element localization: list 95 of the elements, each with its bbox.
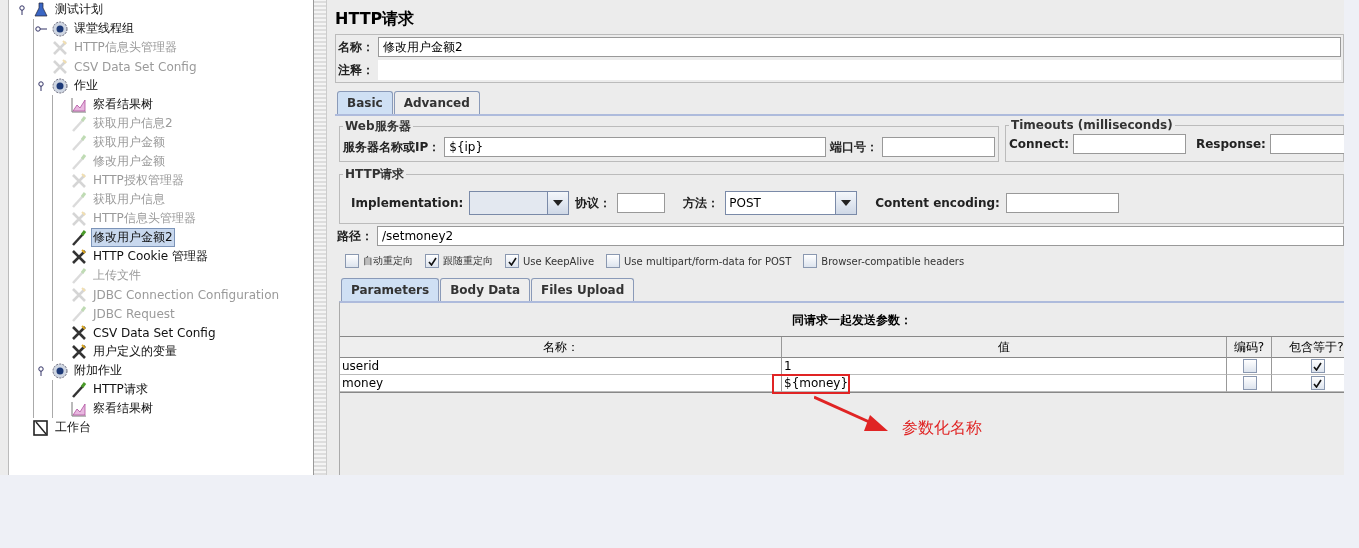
field-label: 路径： bbox=[337, 227, 373, 245]
pen-icon bbox=[70, 304, 88, 323]
expanded-handle-icon[interactable] bbox=[35, 80, 47, 91]
field-label: Connect: bbox=[1009, 137, 1069, 151]
checkbox[interactable] bbox=[1310, 376, 1325, 390]
workbench-icon bbox=[32, 418, 50, 437]
tree-item[interactable]: 测试计划 bbox=[53, 0, 105, 19]
tree-item[interactable]: 察看结果树 bbox=[91, 95, 155, 114]
tools-icon bbox=[70, 342, 88, 361]
tree-item[interactable]: HTTP Cookie 管理器 bbox=[91, 247, 211, 266]
collapsed-handle-icon[interactable] bbox=[35, 23, 47, 34]
checkbox-label: Use KeepAlive bbox=[523, 255, 595, 267]
tree-item[interactable]: 察看结果树 bbox=[91, 399, 155, 418]
checkbox[interactable] bbox=[1310, 359, 1325, 373]
field-label: 方法： bbox=[683, 194, 720, 212]
checkbox-label: 自动重定向 bbox=[363, 254, 413, 268]
tools-icon bbox=[70, 285, 88, 304]
expanded-handle-icon[interactable] bbox=[16, 4, 28, 15]
tab[interactable]: Parameters bbox=[341, 278, 440, 301]
tab[interactable]: Body Data bbox=[440, 278, 531, 301]
tools-icon bbox=[70, 171, 88, 190]
field-label: 服务器名称或IP： bbox=[343, 138, 441, 156]
field-label: 端口号： bbox=[830, 138, 878, 156]
tree-item[interactable]: 附加作业 bbox=[72, 361, 124, 380]
pen-icon bbox=[70, 380, 88, 399]
field-label: 注释： bbox=[338, 61, 374, 79]
chart-icon bbox=[70, 95, 88, 114]
pen-icon bbox=[70, 152, 88, 171]
field-label: 协议： bbox=[575, 194, 612, 212]
table-caption: 同请求一起发送参数： bbox=[790, 312, 913, 329]
tools-icon bbox=[70, 209, 88, 228]
tools-icon bbox=[70, 323, 88, 342]
table-cell: 1 bbox=[784, 359, 792, 373]
caret-icon bbox=[553, 200, 564, 206]
tree-item[interactable]: 课堂线程组 bbox=[72, 19, 136, 38]
pen-icon bbox=[70, 114, 88, 133]
tree-item[interactable]: 作业 bbox=[72, 76, 100, 95]
checkbox-label: 跟随重定向 bbox=[443, 254, 493, 268]
table-cell: money bbox=[340, 375, 782, 392]
tree-item[interactable]: 用户定义的变量 bbox=[91, 342, 179, 361]
tree-item[interactable]: 工作台 bbox=[53, 418, 93, 437]
caret-icon bbox=[841, 200, 852, 206]
table-cell: ${money} bbox=[784, 376, 849, 390]
name-field[interactable]: 修改用户金额2 bbox=[378, 37, 1341, 57]
checkbox-label: Use multipart/form-data for POST bbox=[624, 255, 792, 267]
tab[interactable]: Files Upload bbox=[531, 278, 635, 301]
gear-icon bbox=[51, 76, 69, 95]
column-header: 编码? bbox=[1227, 337, 1272, 358]
server-field[interactable]: ${ip} bbox=[444, 137, 826, 157]
column-header: 包含等于? bbox=[1272, 337, 1344, 358]
field-label: 名称： bbox=[338, 38, 374, 56]
column-header: 名称： bbox=[340, 337, 782, 358]
checkbox[interactable] bbox=[803, 254, 818, 268]
chart-icon bbox=[70, 399, 88, 418]
checkbox[interactable] bbox=[1243, 376, 1257, 390]
checkbox[interactable] bbox=[505, 254, 519, 268]
tab[interactable]: Advanced bbox=[393, 91, 480, 114]
pen-icon bbox=[70, 266, 88, 285]
table-cell: userid bbox=[340, 358, 782, 375]
splitter[interactable] bbox=[314, 0, 327, 475]
group-title: Web服务器 bbox=[344, 118, 412, 135]
tree-item[interactable]: HTTP请求 bbox=[91, 380, 150, 399]
port-field[interactable] bbox=[882, 137, 995, 157]
pen-icon bbox=[70, 133, 88, 152]
checkbox[interactable] bbox=[606, 254, 621, 268]
tree-item[interactable]: 修改用户金额2 bbox=[91, 228, 175, 247]
path-field[interactable]: /setmoney2 bbox=[377, 226, 1344, 246]
checkbox[interactable] bbox=[1243, 359, 1257, 373]
tools-icon bbox=[70, 247, 88, 266]
checkbox-label: Browser-compatible headers bbox=[821, 255, 965, 267]
pen-icon bbox=[70, 228, 88, 247]
tree-item[interactable]: CSV Data Set Config bbox=[91, 324, 218, 341]
field-label: Response: bbox=[1195, 137, 1266, 151]
tools-icon bbox=[51, 57, 69, 76]
connect-field[interactable] bbox=[1072, 134, 1186, 154]
tab[interactable]: Basic bbox=[337, 91, 393, 114]
panel-title: HTTP请求 bbox=[335, 7, 416, 30]
column-header: 值 bbox=[782, 337, 1227, 358]
expanded-handle-icon[interactable] bbox=[35, 365, 47, 376]
field-label: Content encoding: bbox=[875, 196, 1000, 210]
combo-box[interactable] bbox=[469, 191, 570, 215]
flask-icon bbox=[32, 0, 50, 19]
checkbox[interactable] bbox=[345, 254, 359, 268]
field-label: Implementation: bbox=[351, 196, 464, 210]
encoding-field[interactable] bbox=[1005, 193, 1119, 213]
pen-icon bbox=[70, 190, 88, 209]
checkbox[interactable] bbox=[425, 254, 439, 268]
group-title: Timeouts (milliseconds) bbox=[1010, 118, 1174, 132]
annotation-text: 参数化名称 bbox=[902, 418, 982, 439]
combo-box[interactable]: POST bbox=[725, 191, 858, 215]
tools-icon bbox=[51, 38, 69, 57]
group-title: HTTP请求 bbox=[344, 166, 406, 183]
gear-icon bbox=[51, 19, 69, 38]
protocol-field[interactable] bbox=[617, 193, 666, 213]
gear-icon bbox=[51, 361, 69, 380]
